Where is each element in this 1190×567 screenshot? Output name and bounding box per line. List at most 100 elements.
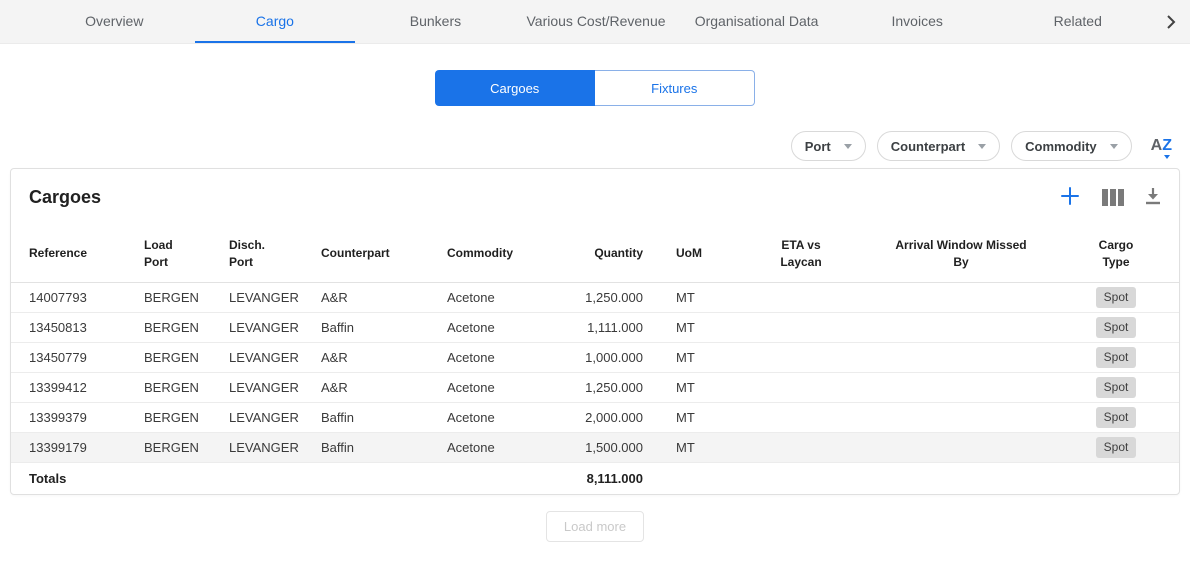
commodity-filter-label: Commodity	[1025, 139, 1097, 154]
cargo-type-badge: Spot	[1096, 407, 1137, 428]
column-header-load-port: LoadPort	[144, 226, 229, 282]
cell-load-port: BERGEN	[144, 402, 229, 432]
counterpart-filter[interactable]: Counterpart	[877, 131, 1000, 161]
cell-disch-port: LEVANGER	[229, 342, 321, 372]
cell-quantity: 1,000.000	[551, 342, 643, 372]
cargoes-card: Cargoes	[10, 168, 1180, 495]
columns-button[interactable]	[1102, 189, 1124, 206]
chevron-down-icon	[978, 144, 986, 149]
cell-arrival-window-missed-by	[871, 282, 1051, 312]
table-row[interactable]: 14007793 BERGEN LEVANGER A&R Acetone 1,2…	[11, 282, 1180, 312]
cell-arrival-window-missed-by	[871, 372, 1051, 402]
cell-eta-vs-laycan	[731, 282, 871, 312]
cell-arrival-window-missed-by	[871, 312, 1051, 342]
cell-reference: 13450813	[11, 312, 144, 342]
cell-quantity: 1,111.000	[551, 312, 643, 342]
cell-reference: 13399412	[11, 372, 144, 402]
cell-commodity: Acetone	[447, 432, 551, 462]
cell-counterpart: Baffin	[321, 402, 447, 432]
table-row[interactable]: 13450813 BERGEN LEVANGER Baffin Acetone …	[11, 312, 1180, 342]
cell-reference: 14007793	[11, 282, 144, 312]
cell-eta-vs-laycan	[731, 312, 871, 342]
cargo-type-badge: Spot	[1096, 317, 1137, 338]
table-row[interactable]: 13399379 BERGEN LEVANGER Baffin Acetone …	[11, 402, 1180, 432]
tab-overview[interactable]: Overview	[34, 0, 195, 43]
filter-bar: Port Counterpart Commodity AZ	[0, 131, 1190, 161]
column-header-counterpart: Counterpart	[321, 226, 447, 282]
cell-counterpart: A&R	[321, 372, 447, 402]
counterpart-filter-label: Counterpart	[891, 139, 965, 154]
cell-load-port: BERGEN	[144, 432, 229, 462]
cell-commodity: Acetone	[447, 312, 551, 342]
cell-uom: MT	[643, 282, 731, 312]
cell-quantity: 1,250.000	[551, 282, 643, 312]
cell-eta-vs-laycan	[731, 432, 871, 462]
cell-reference: 13399179	[11, 432, 144, 462]
cell-load-port: BERGEN	[144, 342, 229, 372]
cell-commodity: Acetone	[447, 282, 551, 312]
column-header-reference: Reference	[11, 226, 144, 282]
cell-quantity: 1,250.000	[551, 372, 643, 402]
cell-load-port: BERGEN	[144, 372, 229, 402]
cargo-type-badge: Spot	[1096, 287, 1137, 308]
cell-uom: MT	[643, 342, 731, 372]
cell-arrival-window-missed-by	[871, 342, 1051, 372]
cell-quantity: 1,500.000	[551, 432, 643, 462]
column-header-quantity: Quantity	[551, 226, 643, 282]
commodity-filter[interactable]: Commodity	[1011, 131, 1132, 161]
port-filter[interactable]: Port	[791, 131, 866, 161]
cargo-type-badge: Spot	[1096, 347, 1137, 368]
column-header-disch-port: Disch.Port	[229, 226, 321, 282]
cell-uom: MT	[643, 402, 731, 432]
table-row[interactable]: 13399179 BERGEN LEVANGER Baffin Acetone …	[11, 432, 1180, 462]
cell-reference: 13450779	[11, 342, 144, 372]
cell-disch-port: LEVANGER	[229, 282, 321, 312]
cargoes-toggle-button[interactable]: Cargoes	[435, 70, 595, 106]
cell-disch-port: LEVANGER	[229, 432, 321, 462]
card-header: Cargoes	[11, 169, 1179, 226]
cell-disch-port: LEVANGER	[229, 402, 321, 432]
cell-eta-vs-laycan	[731, 402, 871, 432]
cell-load-port: BERGEN	[144, 282, 229, 312]
cell-commodity: Acetone	[447, 372, 551, 402]
cell-eta-vs-laycan	[731, 342, 871, 372]
column-header-eta-vs-laycan: ETA vsLaycan	[731, 226, 871, 282]
column-header-arrival-window-missed-by: Arrival Window MissedBy	[871, 226, 1051, 282]
cargo-type-badge: Spot	[1096, 437, 1137, 458]
tab-invoices[interactable]: Invoices	[837, 0, 998, 43]
download-button[interactable]	[1145, 187, 1161, 208]
tab-bunkers[interactable]: Bunkers	[355, 0, 516, 43]
cell-commodity: Acetone	[447, 402, 551, 432]
cell-counterpart: Baffin	[321, 432, 447, 462]
add-cargo-button[interactable]	[1059, 185, 1081, 210]
cell-cargo-type: Spot	[1051, 342, 1180, 372]
download-icon	[1145, 187, 1161, 208]
chevron-right-icon[interactable]	[1158, 0, 1184, 43]
cell-quantity: 2,000.000	[551, 402, 643, 432]
view-toggle: Cargoes Fixtures	[435, 70, 755, 106]
cell-uom: MT	[643, 372, 731, 402]
cell-cargo-type: Spot	[1051, 402, 1180, 432]
sort-alpha-icon[interactable]: AZ	[1151, 138, 1172, 154]
tab-cargo[interactable]: Cargo	[195, 0, 356, 43]
table-row[interactable]: 13450779 BERGEN LEVANGER A&R Acetone 1,0…	[11, 342, 1180, 372]
table-body: 14007793 BERGEN LEVANGER A&R Acetone 1,2…	[11, 282, 1180, 494]
top-nav: Overview Cargo Bunkers Various Cost/Reve…	[0, 0, 1190, 44]
tab-various-cost-revenue[interactable]: Various Cost/Revenue	[516, 0, 677, 43]
cell-cargo-type: Spot	[1051, 282, 1180, 312]
tab-organisational-data[interactable]: Organisational Data	[676, 0, 837, 43]
totals-row: Totals 8,111.000	[11, 462, 1180, 494]
totals-label: Totals	[11, 462, 144, 494]
tab-related[interactable]: Related	[997, 0, 1158, 43]
cell-counterpart: Baffin	[321, 312, 447, 342]
port-filter-label: Port	[805, 139, 831, 154]
cargo-type-badge: Spot	[1096, 377, 1137, 398]
cell-cargo-type: Spot	[1051, 312, 1180, 342]
table-row[interactable]: 13399412 BERGEN LEVANGER A&R Acetone 1,2…	[11, 372, 1180, 402]
fixtures-toggle-button[interactable]: Fixtures	[595, 70, 756, 106]
cell-disch-port: LEVANGER	[229, 312, 321, 342]
cell-counterpart: A&R	[321, 342, 447, 372]
card-actions	[1059, 185, 1161, 210]
cell-eta-vs-laycan	[731, 372, 871, 402]
load-more-button[interactable]: Load more	[546, 511, 644, 542]
